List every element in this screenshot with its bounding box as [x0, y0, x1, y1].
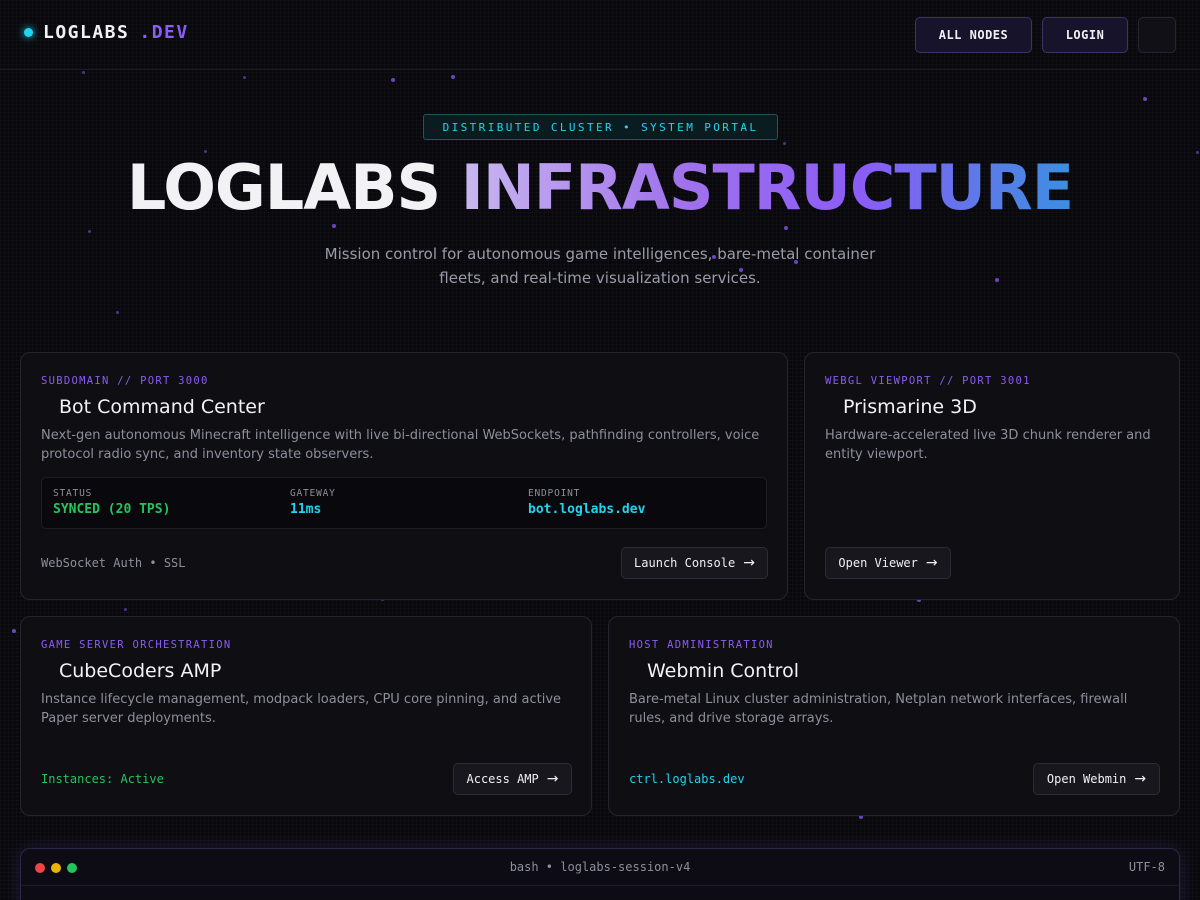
- button-label: Launch Console: [634, 556, 736, 570]
- arrow-right-icon: →: [925, 555, 938, 571]
- title-part-2: INFRASTRUCTURE: [460, 151, 1074, 224]
- card-description: Next-gen autonomous Minecraft intelligen…: [41, 428, 760, 462]
- hero-tag: DISTRIBUTED CLUSTER • SYSTEM PORTAL: [423, 114, 778, 140]
- terminal-encoding: UTF-8: [1128, 860, 1165, 874]
- card-title: Bot Command Center: [59, 396, 265, 418]
- title-part-1: LOGLABS: [126, 151, 441, 224]
- card-description: Instance lifecycle management, modpack l…: [41, 692, 562, 726]
- card-bot-command-center: SUBDOMAIN // PORT 3000 Bot Command Cente…: [20, 352, 788, 600]
- stat-value: bot.loglabs.dev: [528, 502, 646, 517]
- button-label: Open Viewer: [838, 556, 918, 570]
- card-prismarine-3d: WEBGL VIEWPORT // PORT 3001 Prismarine 3…: [804, 352, 1180, 600]
- card-kicker: GAME SERVER ORCHESTRATION: [41, 639, 232, 651]
- card-kicker: WEBGL VIEWPORT // PORT 3001: [825, 375, 1031, 387]
- top-navigation: LOGLABS .DEV ALL NODES LOGIN: [0, 0, 1200, 70]
- card-footer-note: WebSocket Auth • SSL: [41, 556, 186, 570]
- card-description: Hardware-accelerated live 3D chunk rende…: [825, 428, 1151, 462]
- stat-status: STATUS SYNCED (20 TPS): [53, 488, 170, 517]
- card-kicker: SUBDOMAIN // PORT 3000: [41, 375, 209, 387]
- brand-tld: .DEV: [139, 22, 189, 43]
- card-footer-status: Instances: Active: [41, 772, 164, 786]
- terminal-title: bash • loglabs-session-v4: [509, 860, 691, 874]
- arrow-right-icon: →: [546, 771, 559, 787]
- open-viewer-button[interactable]: Open Viewer →: [825, 547, 951, 579]
- terminal-window[interactable]: bash • loglabs-session-v4 UTF-8: [20, 848, 1180, 900]
- card-footer-endpoint: ctrl.loglabs.dev: [629, 772, 745, 786]
- button-label: Open Webmin: [1046, 772, 1127, 786]
- page-title: LOGLABS INFRASTRUCTURE: [0, 150, 1200, 226]
- stat-value: SYNCED (20 TPS): [53, 502, 171, 517]
- brand-logo[interactable]: LOGLABS .DEV: [24, 22, 189, 43]
- hero-subtitle: Mission control for autonomous game inte…: [324, 245, 876, 287]
- terminal-title-bar: bash • loglabs-session-v4 UTF-8: [21, 849, 1179, 886]
- access-amp-button[interactable]: Access AMP →: [453, 763, 572, 795]
- stat-gateway: GATEWAY 11ms: [290, 488, 336, 517]
- stat-endpoint: ENDPOINT bot.loglabs.dev: [528, 488, 645, 517]
- card-kicker: HOST ADMINISTRATION: [629, 639, 774, 651]
- stat-value: 11ms: [290, 502, 322, 517]
- login-button[interactable]: LOGIN: [1042, 17, 1128, 53]
- all-nodes-button[interactable]: ALL NODES: [915, 17, 1032, 53]
- stat-label: ENDPOINT: [528, 488, 581, 499]
- stat-label: GATEWAY: [290, 488, 336, 499]
- menu-button[interactable]: [1138, 17, 1176, 53]
- card-description: Bare-metal Linux cluster administration,…: [629, 692, 1128, 726]
- launch-console-button[interactable]: Launch Console →: [621, 547, 768, 579]
- button-label: Access AMP: [466, 772, 539, 786]
- arrow-right-icon: →: [1134, 771, 1147, 787]
- card-webmin-control: HOST ADMINISTRATION Webmin Control Bare-…: [608, 616, 1180, 816]
- card-cubecoders-amp: GAME SERVER ORCHESTRATION CubeCoders AMP…: [20, 616, 592, 816]
- card-title: CubeCoders AMP: [59, 660, 222, 682]
- stat-label: STATUS: [53, 488, 93, 499]
- brand-name: LOGLABS: [43, 22, 130, 43]
- bot-stats-panel: STATUS SYNCED (20 TPS) GATEWAY 11ms ENDP…: [41, 477, 767, 529]
- card-title: Prismarine 3D: [843, 396, 977, 418]
- status-dot-icon: [24, 28, 33, 37]
- card-title: Webmin Control: [647, 660, 799, 682]
- arrow-right-icon: →: [743, 555, 755, 571]
- open-webmin-button[interactable]: Open Webmin →: [1033, 763, 1160, 795]
